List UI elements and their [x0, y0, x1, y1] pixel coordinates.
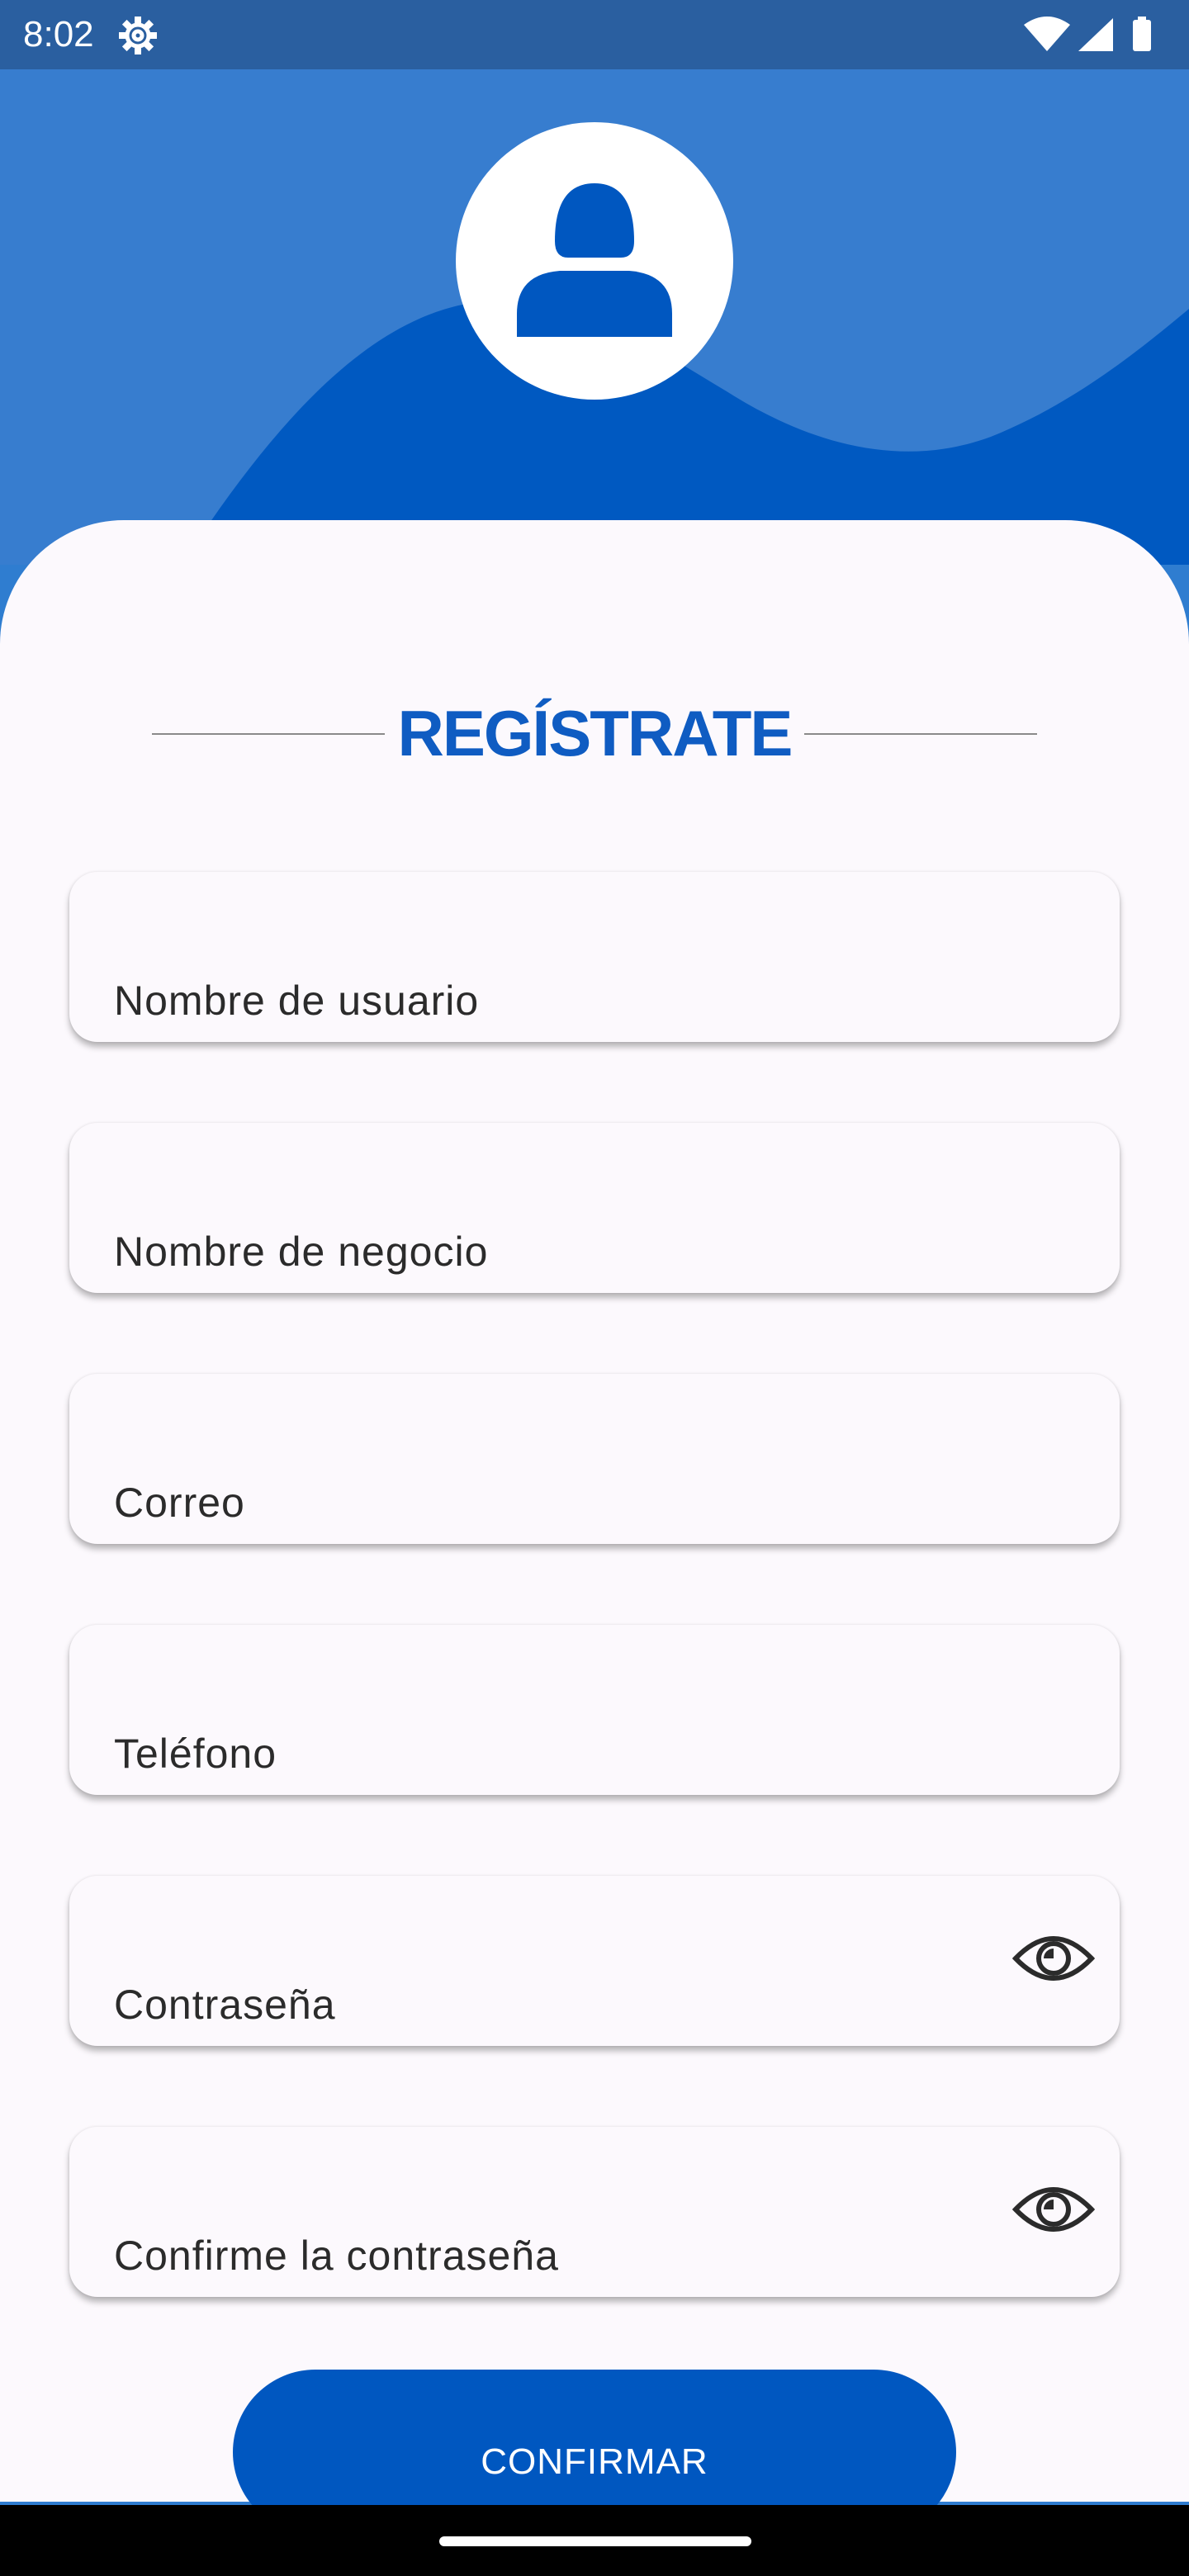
phone-field[interactable]: Teléfono — [69, 1625, 1120, 1795]
email-field[interactable]: Correo — [69, 1374, 1120, 1544]
battery-icon — [1133, 17, 1151, 51]
username-field[interactable]: Nombre de usuario — [69, 872, 1120, 1042]
email-field-label: Correo — [114, 1480, 245, 1526]
eye-icon[interactable] — [1011, 2176, 1096, 2242]
status-icons — [1024, 15, 1156, 56]
password-field-label: Contraseña — [114, 1982, 336, 2028]
avatar — [456, 122, 733, 400]
wifi-icon — [1024, 17, 1070, 51]
confirm-password-field[interactable]: Confirme la contraseña — [69, 2127, 1120, 2297]
confirm-button-label: CONFIRMAR — [481, 2441, 708, 2482]
settings-gear-icon — [117, 15, 159, 56]
signal-icon — [1078, 18, 1113, 51]
navigation-bar — [0, 2505, 1189, 2576]
phone-field-label: Teléfono — [114, 1731, 277, 1777]
business-name-field-label: Nombre de negocio — [114, 1229, 489, 1275]
eye-icon[interactable] — [1011, 1925, 1096, 1991]
home-gesture-handle[interactable] — [439, 2536, 751, 2546]
username-field-label: Nombre de usuario — [114, 978, 480, 1024]
status-time: 8:02 — [23, 14, 94, 54]
password-field[interactable]: Contraseña — [69, 1876, 1120, 2046]
form-title-row: REGÍSTRATE — [0, 692, 1189, 774]
confirm-password-field-label: Confirme la contraseña — [114, 2233, 559, 2279]
business-name-field[interactable]: Nombre de negocio — [69, 1123, 1120, 1293]
title-divider-right — [804, 733, 1037, 735]
status-bar: 8:02 — [0, 0, 1189, 69]
user-silhouette-icon — [517, 183, 672, 337]
